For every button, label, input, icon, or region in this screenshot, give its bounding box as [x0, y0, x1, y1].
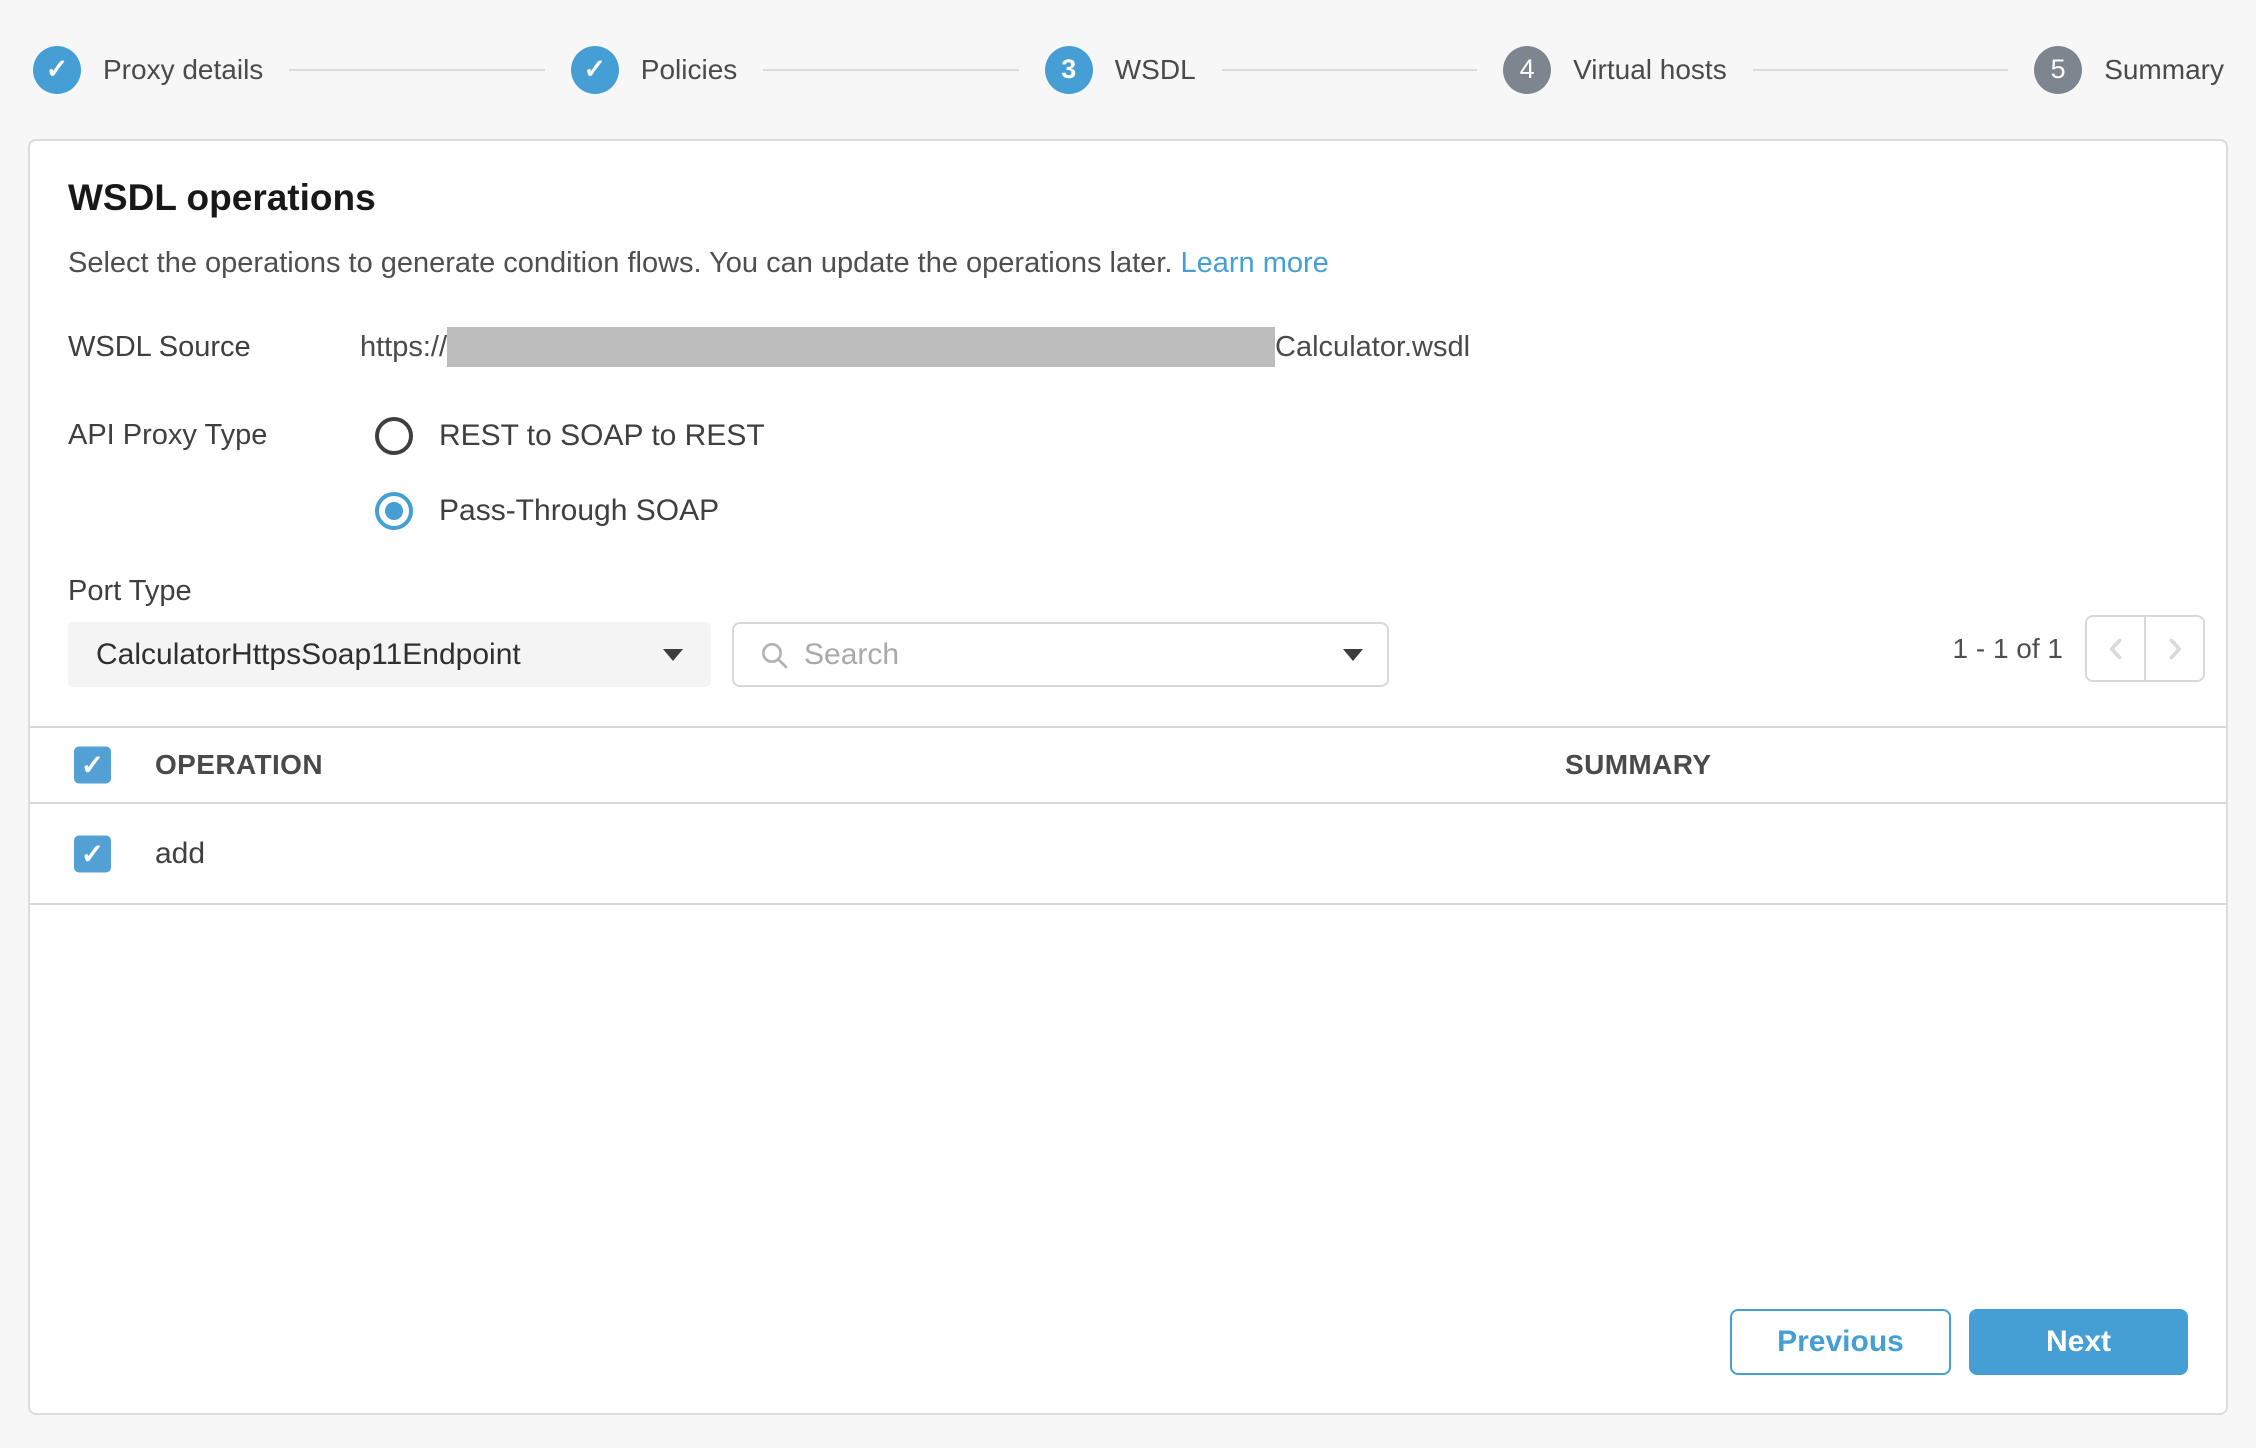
next-page-button[interactable] — [2144, 617, 2203, 680]
pager-group — [2085, 615, 2205, 682]
api-proxy-type-label: API Proxy Type — [68, 419, 267, 452]
page-title: WSDL operations — [68, 177, 376, 219]
wizard-stepper: ✓ Proxy details ✓ Policies 3 WSDL 4 Virt… — [33, 0, 2224, 139]
search-input[interactable] — [804, 638, 1343, 672]
port-type-label: Port Type — [68, 575, 192, 608]
radio-unchecked-icon[interactable] — [375, 417, 413, 455]
pagination-range: 1 - 1 of 1 — [1952, 633, 2063, 665]
radio-checked-icon[interactable] — [375, 492, 413, 530]
chevron-right-icon — [2158, 632, 2192, 666]
wsdl-url-suffix: Calculator.wsdl — [1275, 331, 1470, 364]
step-label: WSDL — [1115, 54, 1196, 86]
radio-pass-through-soap[interactable]: Pass-Through SOAP — [375, 492, 719, 530]
step-complete-icon: ✓ — [33, 46, 81, 94]
step-connector — [289, 69, 544, 71]
step-complete-icon: ✓ — [571, 46, 619, 94]
step-label: Policies — [641, 54, 737, 86]
next-button[interactable]: Next — [1969, 1309, 2188, 1375]
radio-rest-to-soap-to-rest[interactable]: REST to SOAP to REST — [375, 417, 765, 455]
caret-down-icon — [1343, 649, 1363, 661]
check-icon: ✓ — [81, 837, 104, 870]
step-connector — [1753, 69, 2008, 71]
select-all-checkbox[interactable]: ✓ — [74, 747, 111, 784]
wsdl-source-row: WSDL Source https:// Calculator.wsdl — [68, 325, 2188, 369]
operation-cell: add — [155, 837, 205, 871]
wsdl-source-label: WSDL Source — [68, 331, 360, 364]
wsdl-url-prefix: https:// — [360, 331, 447, 364]
step-virtual-hosts[interactable]: 4 Virtual hosts — [1503, 46, 1727, 94]
wsdl-operations-card: WSDL operations Select the operations to… — [28, 139, 2228, 1415]
step-label: Summary — [2104, 54, 2224, 86]
operation-column-header: OPERATION — [155, 749, 323, 781]
pagination: 1 - 1 of 1 — [1952, 615, 2205, 682]
learn-more-link[interactable]: Learn more — [1180, 247, 1328, 279]
search-box[interactable] — [732, 622, 1389, 687]
row-checkbox[interactable]: ✓ — [74, 835, 111, 872]
step-proxy-details[interactable]: ✓ Proxy details — [33, 46, 263, 94]
check-icon: ✓ — [81, 749, 104, 782]
subtitle-text: Select the operations to generate condit… — [68, 247, 1172, 279]
step-policies[interactable]: ✓ Policies — [571, 46, 737, 94]
previous-button[interactable]: Previous — [1730, 1309, 1951, 1375]
operations-table-header: ✓ OPERATION SUMMARY — [30, 726, 2226, 804]
table-row[interactable]: ✓ add — [30, 804, 2226, 905]
wsdl-source-value: https:// Calculator.wsdl — [360, 327, 1470, 367]
chevron-left-icon — [2099, 632, 2133, 666]
step-summary[interactable]: 5 Summary — [2034, 46, 2224, 94]
step-label: Virtual hosts — [1573, 54, 1727, 86]
radio-option-label: REST to SOAP to REST — [439, 419, 765, 453]
step-number-badge: 3 — [1045, 46, 1093, 94]
redacted-url-block — [447, 327, 1275, 367]
step-label: Proxy details — [103, 54, 263, 86]
summary-column-header: SUMMARY — [1565, 749, 1711, 781]
search-icon — [758, 639, 790, 671]
port-type-select[interactable]: CalculatorHttpsSoap11Endpoint — [68, 622, 711, 687]
radio-option-label: Pass-Through SOAP — [439, 494, 719, 528]
page-subtitle: Select the operations to generate condit… — [68, 247, 1329, 280]
port-type-selected-value: CalculatorHttpsSoap11Endpoint — [96, 638, 521, 672]
step-wsdl[interactable]: 3 WSDL — [1045, 46, 1196, 94]
radio-dot — [385, 502, 403, 520]
step-number-badge: 4 — [1503, 46, 1551, 94]
caret-down-icon — [663, 649, 683, 661]
previous-page-button[interactable] — [2087, 617, 2144, 680]
step-connector — [1222, 69, 1477, 71]
step-connector — [763, 69, 1018, 71]
step-number-badge: 5 — [2034, 46, 2082, 94]
